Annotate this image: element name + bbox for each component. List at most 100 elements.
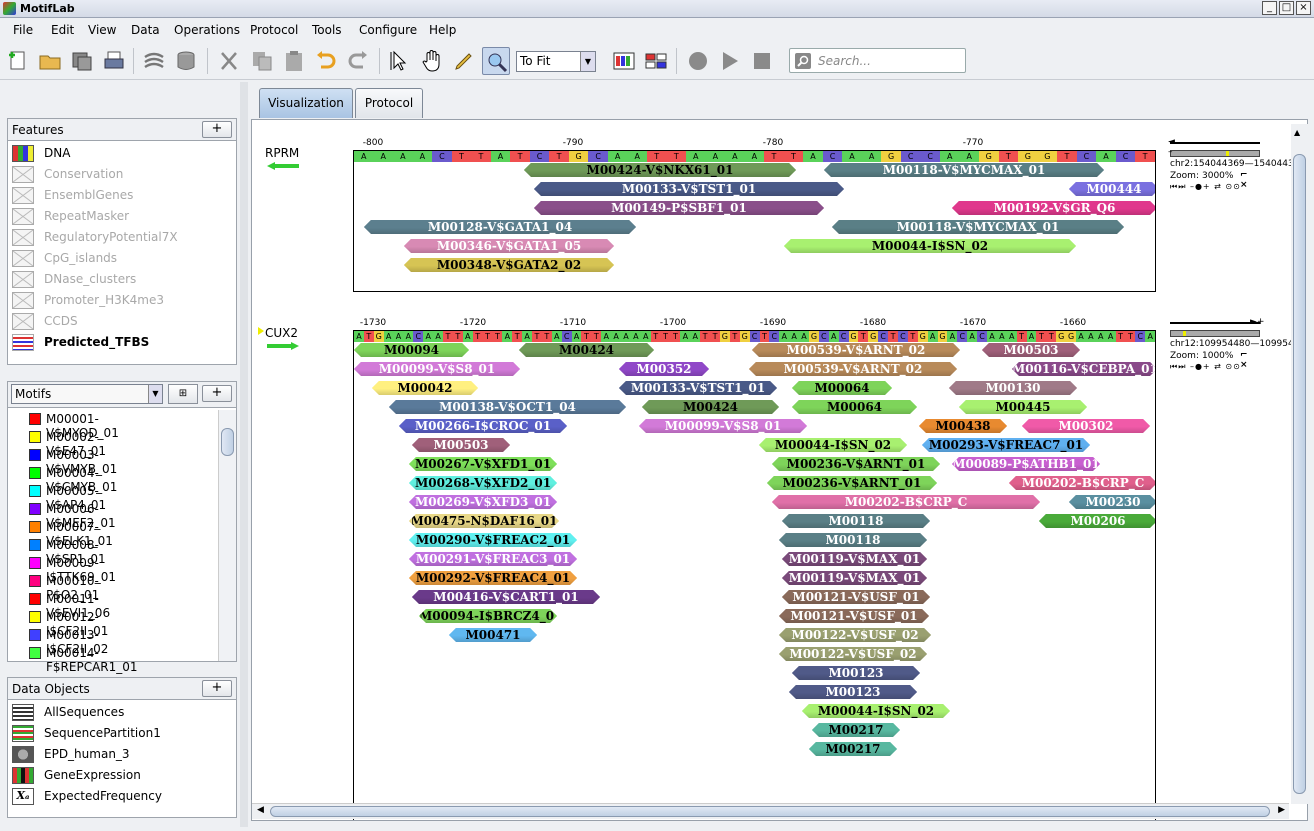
motif-site[interactable]: M00503 [412,438,510,452]
motif-site[interactable]: M00266-I$CROC_01 [399,419,567,433]
motif-site[interactable]: M00130 [949,381,1077,395]
motifs-scrollbar[interactable] [218,410,236,661]
menu-help[interactable]: Help [429,23,456,37]
maximize-button[interactable]: □ [1279,1,1294,15]
motif-site[interactable]: M00044-I$SN_02 [759,438,907,452]
visualization-vertical-scrollbar[interactable]: ▲ [1291,124,1308,804]
print-icon[interactable] [102,49,126,73]
feature-row[interactable]: EnsemblGenes [10,185,232,206]
new-session-icon[interactable] [6,49,30,73]
strand-orientation-icon[interactable]: ►+ [1250,317,1264,327]
motif-site[interactable]: M00099-V$S8_01 [639,419,807,433]
motif-site[interactable]: M00206 [1039,514,1156,528]
data-object-row[interactable]: SequencePartition1 [10,723,232,744]
motif-site[interactable]: M00119-V$MAX_01 [782,571,927,585]
record-icon[interactable] [686,49,710,73]
motif-site[interactable]: M00094-I$BRCZ4_01 [419,609,557,623]
feature-row[interactable]: Promoter_H3K4me3 [10,290,232,311]
motif-site[interactable]: M00044-I$SN_02 [784,239,1076,253]
sequence-overview-bar[interactable] [1170,150,1260,157]
zoom-select[interactable]: To Fit ▼ [516,51,596,72]
sequence-overview-bar[interactable] [1170,330,1260,337]
motif-site[interactable]: M00539-V$ARNT_02 [752,343,960,357]
hand-pan-icon[interactable] [420,49,444,73]
compare-tracks-icon[interactable] [644,49,668,73]
undo-icon[interactable] [314,49,338,73]
motif-site[interactable]: M00236-V$ARNT_01 [767,476,937,490]
motif-site[interactable]: M00118 [782,514,930,528]
scrollbar-thumb[interactable] [270,806,1270,817]
motif-site[interactable]: M00471 [449,628,537,642]
motif-site[interactable]: M00290-V$FREAC2_01 [409,533,577,547]
select-cursor-icon[interactable] [388,49,412,73]
motif-site[interactable]: M00149-P$SBF1_01 [534,201,824,215]
navigation-controls-icon[interactable]: ⏮⏭ –●+ ⇄ ⊙⊙ [1170,362,1241,372]
menu-operations[interactable]: Operations [174,23,240,37]
motif-site[interactable]: M00099-V$S8_01 [354,362,520,376]
cut-icon[interactable] [217,49,241,73]
align-controls-icon[interactable]: ⌐ × [1240,170,1248,190]
motif-site[interactable]: M00121-V$USF_01 [782,590,930,604]
motif-site[interactable]: M00123 [792,666,920,680]
motif-site[interactable]: M00424 [519,343,654,357]
motif-site[interactable]: M00416-V$CART1_01 [412,590,600,604]
feature-row[interactable]: Conservation [10,164,232,185]
motifs-selector[interactable]: Motifs ▼ [11,384,163,404]
align-controls-icon[interactable]: ⌐ × [1240,350,1248,370]
motif-site[interactable]: M00267-V$XFD1_01 [409,457,557,471]
scrollbar-thumb[interactable] [221,428,234,456]
group-options-button[interactable]: ⊞ [168,384,198,404]
color-motifs-icon[interactable] [612,49,636,73]
close-button[interactable]: × [1296,1,1311,15]
motif-site[interactable]: M00444 [1069,182,1156,196]
motif-site[interactable]: M00123 [789,685,917,699]
motif-site[interactable]: M00094 [354,343,469,357]
scrollbar-thumb[interactable] [1293,154,1306,794]
strand-orientation-icon[interactable]: ◄ – [1168,137,1175,157]
paste-icon[interactable] [282,49,306,73]
motif-site[interactable]: M00293-V$FREAC7_01 [922,438,1090,452]
motif-site[interactable]: M00044-I$SN_02 [802,704,950,718]
data-object-row[interactable]: EPD_human_3 [10,744,232,765]
pencil-icon[interactable] [452,49,476,73]
zoom-tool-button[interactable] [482,47,510,75]
motif-site[interactable]: M00118-V$MYCMAX_01 [824,163,1104,177]
tab-visualization[interactable]: Visualization [259,88,353,118]
menu-protocol[interactable]: Protocol [250,23,298,37]
motif-site[interactable]: M00475-N$DAF16_01 [409,514,559,528]
motif-site[interactable]: M00138-V$OCT1_04 [389,400,626,414]
data-object-row[interactable]: GeneExpression [10,765,232,786]
motif-site[interactable]: M00503 [982,343,1080,357]
motif-site[interactable]: M00217 [809,742,897,756]
feature-row[interactable]: RegulatoryPotential7X [10,227,232,248]
menu-edit[interactable]: Edit [51,23,74,37]
visualization-horizontal-scrollbar[interactable]: ◀ ▶ [252,803,1289,819]
direct-strand-arrow-icon[interactable] [267,342,299,350]
strand-direction-icon[interactable] [1170,142,1260,144]
motif-site[interactable]: M00192-V$GR_Q6 [952,201,1156,215]
motif-site[interactable]: M00122-V$USF_02 [779,647,927,661]
copy-icon[interactable] [250,49,274,73]
search-input[interactable]: Search... [789,48,966,73]
strand-direction-icon[interactable] [1170,322,1260,324]
minimize-button[interactable]: _ [1262,1,1277,15]
motif-site[interactable]: M00122-V$USF_02 [779,628,931,642]
motif-site[interactable]: M00042 [372,381,478,395]
motif-site[interactable]: M00352 [619,362,709,376]
motif-site[interactable]: M00302 [1022,419,1150,433]
motif-site[interactable]: M00217 [812,723,900,737]
scroll-up-icon[interactable]: ▲ [1294,128,1300,137]
data-object-row[interactable]: AllSequences [10,702,232,723]
motif-site[interactable]: M00128-V$GATA1_04 [364,220,636,234]
add-feature-button[interactable]: + [202,121,232,138]
sequences-icon[interactable] [142,49,166,73]
motif-site[interactable]: M00089-P$ATHB1_01 [952,457,1100,471]
motif-site[interactable]: M00438 [919,419,1007,433]
motif-site[interactable]: M00348-V$GATA2_02 [404,258,614,272]
motif-site[interactable]: M00202-B$CRP_C [1009,476,1156,490]
motif-site[interactable]: M00539-V$ARNT_02 [749,362,957,376]
motif-site[interactable]: M00133-V$TST1_01 [534,182,844,196]
stop-icon[interactable] [750,49,774,73]
add-motif-button[interactable]: + [202,385,232,402]
motif-site[interactable]: M00268-V$XFD2_01 [409,476,557,490]
